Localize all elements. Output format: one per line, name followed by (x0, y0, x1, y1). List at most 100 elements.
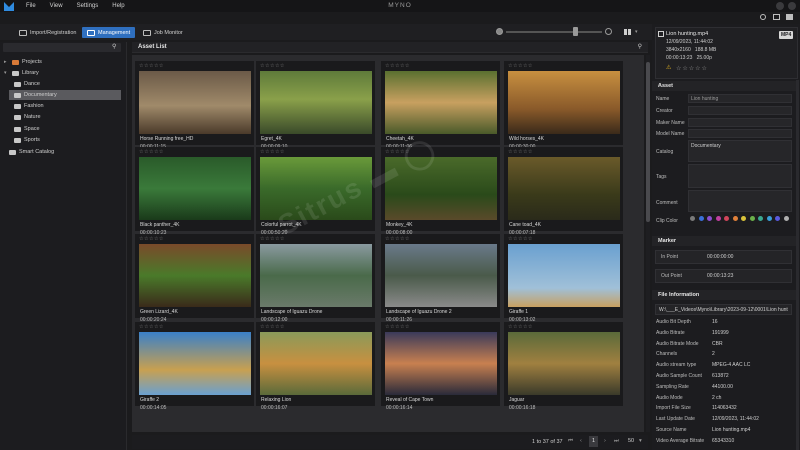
tab-management[interactable]: Management (82, 27, 136, 38)
slider-handle[interactable] (573, 27, 578, 36)
asset-card[interactable]: ☆☆☆☆☆ Relaxing Lion 00:00:16:07 (256, 322, 375, 411)
file-path-field[interactable]: W:\___E_Videos\Myno\Library\2023-09-12\0… (655, 304, 792, 315)
field-label-catalog: Catalog (656, 149, 674, 155)
clip-color-swatch[interactable] (783, 216, 789, 221)
asset-card[interactable]: ☆☆☆☆☆Wild horses_4K00:00:30:00 (504, 61, 623, 150)
sidebar-item-sports[interactable]: Sports (14, 135, 40, 145)
rating-stars[interactable]: ☆☆☆☆☆ (385, 236, 410, 242)
tags-field[interactable] (688, 164, 792, 188)
creator-field[interactable] (688, 106, 792, 115)
rating-stars[interactable]: ☆☆☆☆☆ (260, 236, 285, 242)
rating-stars[interactable]: ☆☆☆☆☆ (385, 324, 410, 330)
sidebar-item-space[interactable]: Space (14, 124, 40, 134)
asset-card[interactable]: ☆☆☆☆☆Horse Running free_HD00:00:11:15 (135, 61, 254, 150)
scrollbar-thumb[interactable] (646, 62, 650, 222)
rating-stars[interactable]: ☆☆☆☆☆ (676, 65, 708, 72)
gear-icon[interactable] (760, 14, 766, 20)
clip-color-swatch[interactable] (741, 216, 746, 221)
rating-stars[interactable]: ☆☆☆☆☆ (260, 324, 285, 330)
rating-stars[interactable]: ☆☆☆☆☆ (139, 324, 164, 330)
sidebar-item-label: Projects (22, 59, 42, 65)
asset-thumbnail (508, 157, 620, 220)
first-page-icon[interactable]: ⏮ (568, 438, 573, 445)
asset-name: Cane toad_4K (509, 222, 541, 228)
rating-stars[interactable]: ☆☆☆☆☆ (508, 236, 533, 242)
rating-stars[interactable]: ☆☆☆☆☆ (385, 63, 410, 69)
asset-card[interactable]: ☆☆☆☆☆ Reveal of Cape Town 00:00:16:14 (381, 322, 500, 411)
field-label-creator: Creator (656, 108, 673, 114)
file-info-section-header[interactable]: File Information ▴ (652, 290, 796, 300)
asset-card[interactable]: ☆☆☆☆☆Egret_4K00:00:09:10 (256, 61, 375, 150)
field-label-maker: Maker Name (656, 120, 685, 126)
clip-color-swatch[interactable] (732, 216, 738, 221)
clip-color-swatch[interactable] (758, 216, 763, 221)
asset-card[interactable]: ☆☆☆☆☆ Landscape of Iguazu Drone 00:00:12:0… (256, 234, 375, 323)
tab-import-registration[interactable]: Import/Registration (14, 27, 81, 38)
panel-icon[interactable] (786, 14, 793, 20)
asset-card[interactable]: ☆☆☆☆☆ Giraffe 2 00:00:14:05 (135, 322, 254, 411)
asset-card[interactable]: ☆☆☆☆☆ Giraffe 1 00:00:13:02 (504, 234, 623, 323)
inspector-scrollbar[interactable] (796, 80, 799, 450)
chevron-down-icon[interactable]: ▾ (635, 29, 638, 35)
file-info-label: Audio Bit Depth (656, 319, 691, 325)
asset-card[interactable]: ☆☆☆☆☆ Cane toad_4K 00:00:07:18 (504, 147, 623, 236)
clip-color-swatch[interactable] (707, 216, 712, 221)
sidebar-item-smart-catalog[interactable]: Smart Catalog (9, 147, 54, 157)
comment-field[interactable] (688, 190, 792, 212)
current-page-button[interactable]: 1 (589, 436, 598, 447)
clip-color-swatch[interactable] (698, 216, 704, 221)
asset-card[interactable]: ☆☆☆☆☆ Landscape of Iguazu Drone 2 00:00:11… (381, 234, 500, 323)
file-info-label: Audio Sample Count (656, 373, 702, 379)
zoom-out-icon[interactable] (496, 28, 503, 35)
last-page-icon[interactable]: ⏭ (614, 438, 619, 445)
sidebar-item-fashion[interactable]: Fashion (14, 101, 44, 111)
rating-stars[interactable]: ☆☆☆☆☆ (139, 63, 164, 69)
sidebar-item-nature[interactable]: Nature (14, 112, 41, 122)
asset-card[interactable]: ☆☆☆☆☆ Green Lizard_4K 00:00:20:24 (135, 234, 254, 323)
tab-job-monitor[interactable]: Job Monitor (138, 27, 188, 38)
rating-stars[interactable]: ☆☆☆☆☆ (508, 63, 533, 69)
asset-card[interactable]: ☆☆☆☆☆ Jaguar 00:00:16:18 (504, 322, 623, 411)
clip-color-swatch[interactable] (775, 216, 780, 221)
clip-color-swatch[interactable] (690, 216, 695, 221)
next-page-icon[interactable]: › (604, 438, 606, 444)
clip-color-swatch[interactable] (766, 216, 772, 221)
model-field[interactable] (688, 129, 792, 138)
tab-label: Job Monitor (154, 29, 183, 36)
marker-section-header[interactable]: Marker ▴ (652, 236, 796, 246)
asset-card[interactable]: ☆☆☆☆☆ Black panther_4K 00:00:10:23 (135, 147, 254, 236)
display-icon[interactable] (773, 14, 780, 20)
folder-icon (14, 103, 21, 109)
chevron-up-icon: ▴ (658, 291, 661, 297)
asset-name: Landscape of Iguazu Drone 2 (386, 309, 452, 315)
sidebar-item-documentary[interactable]: Documentary (9, 90, 121, 100)
asset-card[interactable]: ☆☆☆☆☆Cheetah_4K00:00:11:06 (381, 61, 500, 150)
grid-view-icon[interactable] (624, 29, 631, 35)
per-page-select[interactable]: 50 (628, 438, 634, 444)
close-icon[interactable] (788, 2, 796, 10)
rating-stars[interactable]: ☆☆☆☆☆ (260, 63, 285, 69)
zoom-in-icon[interactable] (605, 28, 612, 35)
folder-icon (14, 126, 21, 132)
sidebar-item-dance[interactable]: Dance (14, 79, 121, 89)
file-info-value: 12/09/2023, 11:44:02 (712, 416, 759, 423)
clip-color-swatch[interactable] (724, 216, 729, 221)
file-info-label: Audio stream type (656, 362, 697, 369)
clip-color-swatch[interactable] (715, 216, 721, 221)
thumbnail-size-slider[interactable] (506, 31, 602, 33)
maker-field[interactable] (688, 118, 792, 127)
search-icon[interactable]: ⚲ (638, 43, 642, 50)
prev-page-icon[interactable]: ‹ (580, 438, 582, 444)
rating-stars[interactable]: ☆☆☆☆☆ (139, 149, 164, 155)
rating-stars[interactable]: ☆☆☆☆☆ (508, 324, 533, 330)
sidebar-item-library[interactable]: ▾ Library (4, 68, 39, 78)
minimize-icon[interactable] (776, 2, 784, 10)
clip-color-swatch[interactable] (749, 216, 755, 221)
rating-stars[interactable]: ☆☆☆☆☆ (260, 149, 285, 155)
asset-section-header[interactable]: Asset ▴ (652, 81, 796, 91)
sidebar-item-projects[interactable]: ▸ Projects (4, 57, 42, 67)
rating-stars[interactable]: ☆☆☆☆☆ (139, 236, 164, 242)
search-input[interactable]: ⚲ (3, 43, 121, 52)
chevron-down-icon[interactable]: ▾ (639, 438, 642, 444)
rating-stars[interactable]: ☆☆☆☆☆ (508, 149, 533, 155)
